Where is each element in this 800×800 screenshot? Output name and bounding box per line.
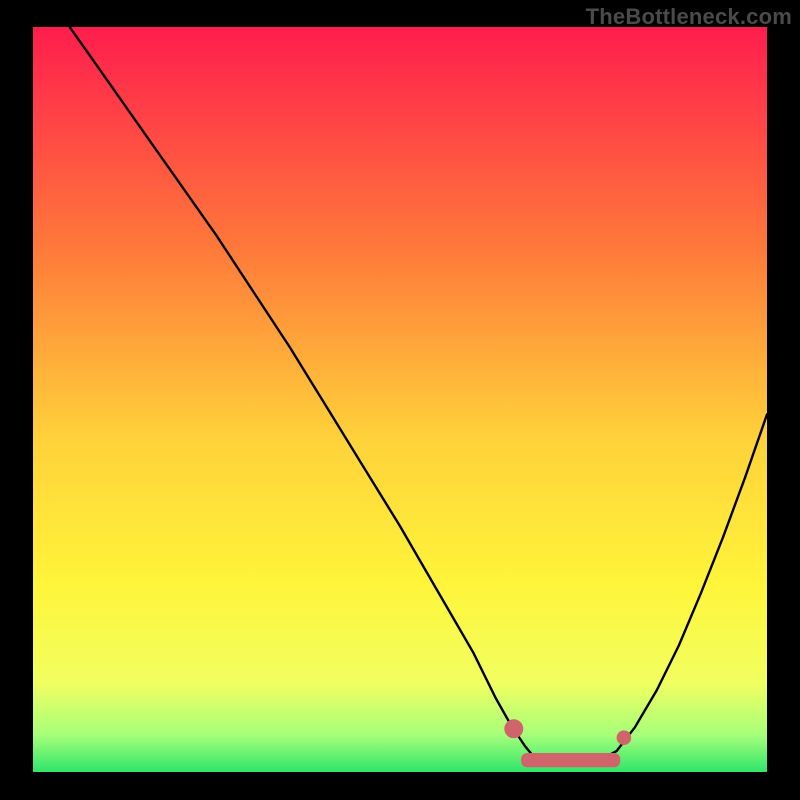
flat-region-marker: [521, 753, 620, 767]
plot-area: [33, 27, 767, 772]
right-marker-dot: [617, 730, 632, 745]
bottleneck-chart: [33, 27, 767, 772]
chart-frame: TheBottleneck.com: [0, 0, 800, 800]
left-marker-dot: [504, 719, 523, 738]
gradient-background: [33, 27, 767, 772]
